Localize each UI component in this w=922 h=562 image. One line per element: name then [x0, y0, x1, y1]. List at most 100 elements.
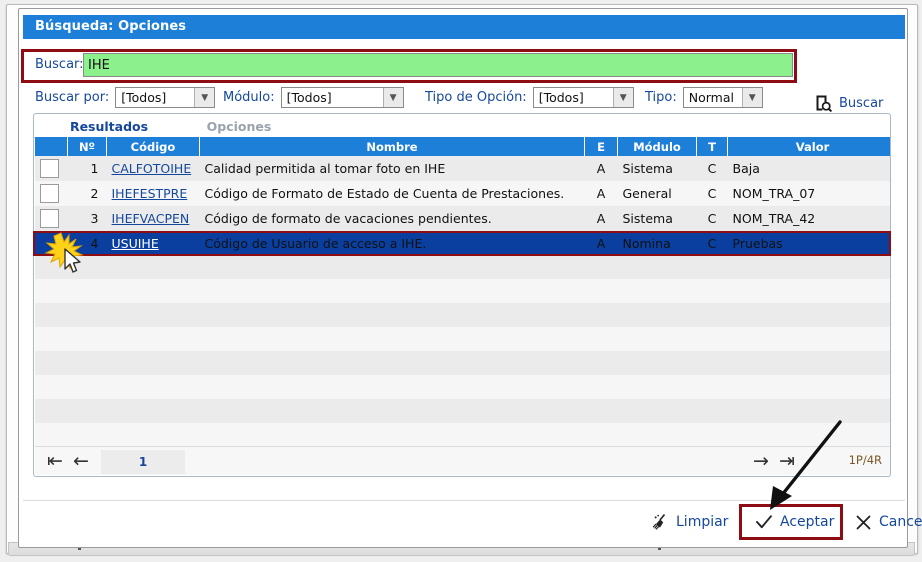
col-numero[interactable]: Nº	[67, 137, 107, 156]
table-row-empty	[35, 303, 890, 327]
chevron-down-icon: ▼	[194, 88, 215, 107]
row-e: A	[584, 231, 618, 255]
code-link[interactable]: CALFOTOIHE	[112, 161, 192, 176]
aceptar-button-label: Aceptar	[780, 514, 835, 530]
checkbox-icon[interactable]	[40, 159, 59, 178]
checkbox-icon[interactable]	[40, 209, 59, 228]
empty-cell	[35, 423, 890, 447]
table-row-empty	[35, 375, 890, 399]
col-e[interactable]: E	[584, 137, 618, 156]
row-t: C	[707, 211, 717, 226]
row-checkbox-cell[interactable]	[35, 231, 68, 255]
check-icon	[755, 513, 773, 531]
filter-modulo: Módulo: [Todos] ▼	[223, 87, 404, 108]
row-e: A	[596, 186, 606, 201]
limpiar-button[interactable]: Limpiar	[643, 507, 736, 537]
table-row-empty	[35, 279, 890, 303]
filter-buscar-por-label: Buscar por:	[35, 90, 110, 105]
row-codigo[interactable]: CALFOTOIHE	[107, 156, 200, 181]
table-row[interactable]: 3 IHEFVACPEN Código de formato de vacacion…	[35, 206, 890, 231]
table-row-empty	[35, 327, 890, 351]
table-row[interactable]: 4 USUIHE Código de Usuario de acceso a IHE…	[35, 231, 890, 255]
empty-cell	[35, 279, 890, 303]
filter-buscar-por-select[interactable]: [Todos] ▼	[115, 87, 216, 108]
row-codigo[interactable]: IHEFESTPRE	[107, 181, 200, 206]
previous-page-icon[interactable]: ←	[73, 451, 89, 471]
row-modulo: Sistema	[622, 211, 673, 226]
table-row[interactable]: 2 IHEFESTPRE Código de Formato de Estado d…	[35, 181, 890, 206]
tab-bar: Resultados Opciones	[34, 114, 890, 140]
search-input[interactable]	[83, 53, 793, 77]
filter-tipo-de-opcion-label: Tipo de Opción:	[425, 90, 527, 105]
chevron-down-icon: ▼	[612, 88, 633, 107]
row-valor: NOM_TRA_07	[732, 186, 816, 201]
filter-row: Buscar por: [Todos] ▼ Módulo: [Todos] ▼ …	[23, 87, 903, 111]
table-row-empty	[35, 351, 890, 375]
empty-cell	[35, 255, 890, 279]
col-valor[interactable]: Valor	[727, 137, 890, 156]
chevron-down-icon: ▼	[741, 88, 762, 107]
row-e: A	[596, 211, 606, 226]
filter-tipo-select[interactable]: Normal ▼	[682, 87, 763, 108]
filter-tipo-de-opcion-select[interactable]: [Todos] ▼	[532, 87, 634, 108]
code-link[interactable]: IHEFESTPRE	[112, 186, 188, 201]
filter-tipo-label: Tipo:	[645, 90, 677, 105]
last-page-icon[interactable]: ⇥	[779, 451, 795, 471]
row-nombre: Calidad permitida al tomar foto en IHE	[204, 161, 446, 176]
row-codigo[interactable]: IHEFVACPEN	[107, 206, 200, 231]
cancelar-button[interactable]: Cancelar	[847, 507, 922, 537]
next-page-icon[interactable]: →	[753, 451, 769, 471]
table-header-row: Nº Código Nombre E Módulo T Valor	[35, 137, 890, 156]
desktop-background: Búsqueda: Opciones Buscar: Buscar	[0, 0, 922, 562]
dialog-button-bar: Limpiar Aceptar Cancelar	[23, 500, 922, 541]
row-nombre: Código de Usuario de acceso a IHE.	[199, 231, 585, 255]
page-number-input[interactable]: 1	[101, 450, 185, 474]
code-link[interactable]: IHEFVACPEN	[112, 211, 190, 226]
filter-modulo-select[interactable]: [Todos] ▼	[280, 87, 404, 108]
tab-opciones[interactable]: Opciones	[184, 116, 294, 137]
row-e: A	[596, 161, 606, 176]
row-valor: Baja	[732, 161, 760, 176]
row-numero: 4	[67, 231, 107, 255]
col-modulo[interactable]: Módulo	[617, 137, 697, 156]
row-codigo[interactable]: USUIHE	[106, 231, 200, 255]
filter-modulo-value: [Todos]	[286, 90, 332, 105]
chevron-down-icon: ▼	[382, 88, 403, 107]
row-modulo: Sistema	[622, 161, 673, 176]
filter-tipo-de-opcion: Tipo de Opción: [Todos] ▼	[425, 87, 634, 108]
checkbox-icon[interactable]	[40, 184, 59, 203]
table-row-empty	[35, 423, 890, 447]
pagination-bar: ⇤ ← 1 → ⇥ 1P/4R	[35, 446, 890, 475]
table-row[interactable]: 1 CALFOTOIHE Calidad permitida al tomar fo…	[35, 156, 890, 181]
limpiar-button-label: Limpiar	[676, 514, 729, 530]
aceptar-button[interactable]: Aceptar	[747, 507, 842, 537]
empty-cell	[35, 327, 890, 351]
col-select[interactable]	[35, 137, 68, 156]
col-codigo[interactable]: Código	[106, 137, 200, 156]
row-valor: Pruebas	[727, 231, 890, 255]
pagination-info: 1P/4R	[848, 453, 882, 467]
code-link[interactable]: USUIHE	[112, 236, 159, 251]
row-checkbox-cell[interactable]	[35, 181, 68, 206]
col-nombre[interactable]: Nombre	[199, 137, 585, 156]
col-t[interactable]: T	[696, 137, 728, 156]
row-valor: NOM_TRA_42	[732, 211, 816, 226]
row-checkbox-cell[interactable]	[35, 206, 68, 231]
row-numero: 3	[90, 211, 99, 226]
search-options-dialog: Búsqueda: Opciones Buscar: Buscar	[18, 8, 922, 548]
table-row-empty	[35, 255, 890, 279]
search-label: Buscar:	[35, 57, 84, 72]
filter-tipo-de-opcion-value: [Todos]	[538, 90, 584, 105]
row-nombre: Código de Formato de Estado de Cuenta de…	[204, 186, 565, 201]
row-checkbox-cell[interactable]	[35, 156, 68, 181]
tab-resultados-label: Resultados	[69, 119, 149, 134]
empty-cell	[35, 303, 890, 327]
row-numero: 1	[90, 161, 99, 176]
row-t: C	[707, 186, 717, 201]
first-page-icon[interactable]: ⇤	[47, 451, 63, 471]
close-x-icon	[855, 514, 872, 531]
row-modulo: Nomina	[617, 231, 697, 255]
filter-buscar-por-value: [Todos]	[121, 90, 167, 105]
row-numero: 2	[90, 186, 99, 201]
empty-cell	[35, 351, 890, 375]
